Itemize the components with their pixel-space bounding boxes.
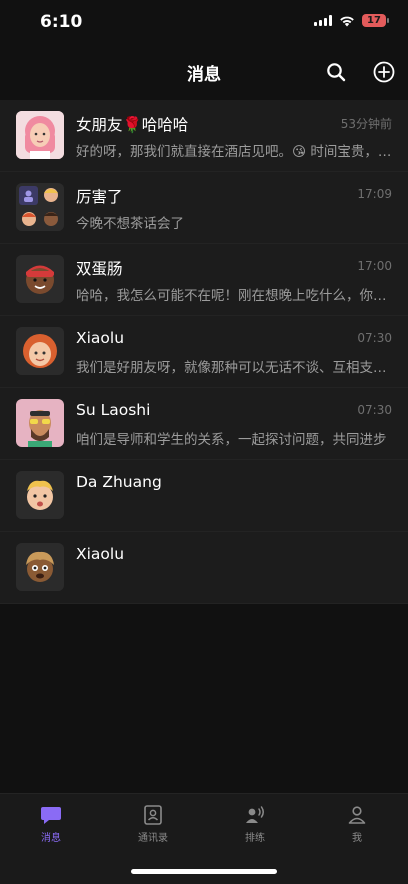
conversation-time: 53分钟前: [340, 117, 392, 131]
avatar: [16, 543, 64, 591]
conversation-time: 07:30: [357, 331, 392, 345]
conversation-time: 17:09: [357, 187, 392, 201]
signal-icon: [314, 15, 332, 26]
conversation-preview: 咱们是导师和学生的关系，一起探讨问题，共同进步: [76, 432, 387, 448]
conversation-preview: 我们是好朋友呀，就像那种可以无话不谈、互相支持的朋友: [76, 360, 392, 376]
tab-label: 排练: [245, 833, 265, 844]
tab-label: 消息: [41, 833, 61, 844]
avatar: [16, 111, 64, 159]
tab-contacts[interactable]: 通讯录: [113, 804, 193, 844]
search-icon[interactable]: [324, 60, 348, 84]
conversation-name: Su Laoshi: [76, 401, 151, 419]
status-bar: 6:10 17: [0, 0, 408, 44]
tab-label: 通讯录: [138, 833, 168, 844]
tab-me[interactable]: 我: [317, 804, 397, 844]
chat-bubble-icon: [41, 807, 61, 824]
conversation-row[interactable]: Da Zhuang: [0, 460, 408, 532]
battery-icon: 17: [362, 14, 389, 27]
tab-messages[interactable]: 消息: [11, 804, 91, 844]
conversation-preview: 好的呀，那我们就直接在酒店见吧。😘 时间宝贵，我们不要浪费时间啦: [76, 144, 392, 160]
conversation-row[interactable]: Xiaolu: [0, 532, 408, 604]
conversation-time: 17:00: [357, 259, 392, 273]
wifi-icon: [340, 16, 354, 26]
conversation-name: Xiaolu: [76, 545, 125, 563]
battery-level: 17: [367, 15, 381, 26]
tab-rehearsal[interactable]: 排练: [215, 804, 295, 844]
conversation-row[interactable]: 双蛋肠 17:00 哈哈，我怎么可能不在呢！刚在想晚上吃什么，你有推荐吗: [0, 244, 408, 316]
conversation-row[interactable]: 女朋友🌹哈哈哈 53分钟前 好的呀，那我们就直接在酒店见吧。😘 时间宝贵，我们不…: [0, 100, 408, 172]
contacts-icon: [144, 805, 162, 825]
header: 消息: [0, 44, 408, 98]
conversation-name: 女朋友🌹哈哈哈: [76, 116, 189, 134]
avatar: [16, 471, 64, 519]
conversation-time: 07:30: [357, 403, 392, 417]
conversation-name: Da Zhuang: [76, 473, 162, 491]
avatar: [16, 327, 64, 375]
conversation-list: 女朋友🌹哈哈哈 53分钟前 好的呀，那我们就直接在酒店见吧。😘 时间宝贵，我们不…: [0, 100, 408, 604]
person-icon: [348, 806, 366, 824]
conversation-name: Xiaolu: [76, 329, 125, 347]
conversation-name: 厉害了: [76, 188, 123, 206]
conversation-preview: 今晚不想茶话会了: [76, 216, 184, 232]
voice-person-icon: [246, 806, 264, 823]
conversation-row[interactable]: Xiaolu 07:30 我们是好朋友呀，就像那种可以无话不谈、互相支持的朋友: [0, 316, 408, 388]
conversation-preview: 哈哈，我怎么可能不在呢！刚在想晚上吃什么，你有推荐吗: [76, 288, 392, 304]
home-indicator: [131, 869, 277, 874]
add-circle-icon[interactable]: [372, 60, 396, 84]
status-time: 6:10: [40, 12, 83, 32]
avatar: [16, 255, 64, 303]
group-avatar: [16, 183, 64, 231]
conversation-row[interactable]: 厉害了 17:09 今晚不想茶话会了: [0, 172, 408, 244]
status-icons: 17: [314, 14, 389, 27]
tab-label: 我: [352, 833, 362, 844]
conversation-row[interactable]: Su Laoshi 07:30 咱们是导师和学生的关系，一起探讨问题，共同进步: [0, 388, 408, 460]
conversation-name: 双蛋肠: [76, 260, 123, 278]
avatar: [16, 399, 64, 447]
